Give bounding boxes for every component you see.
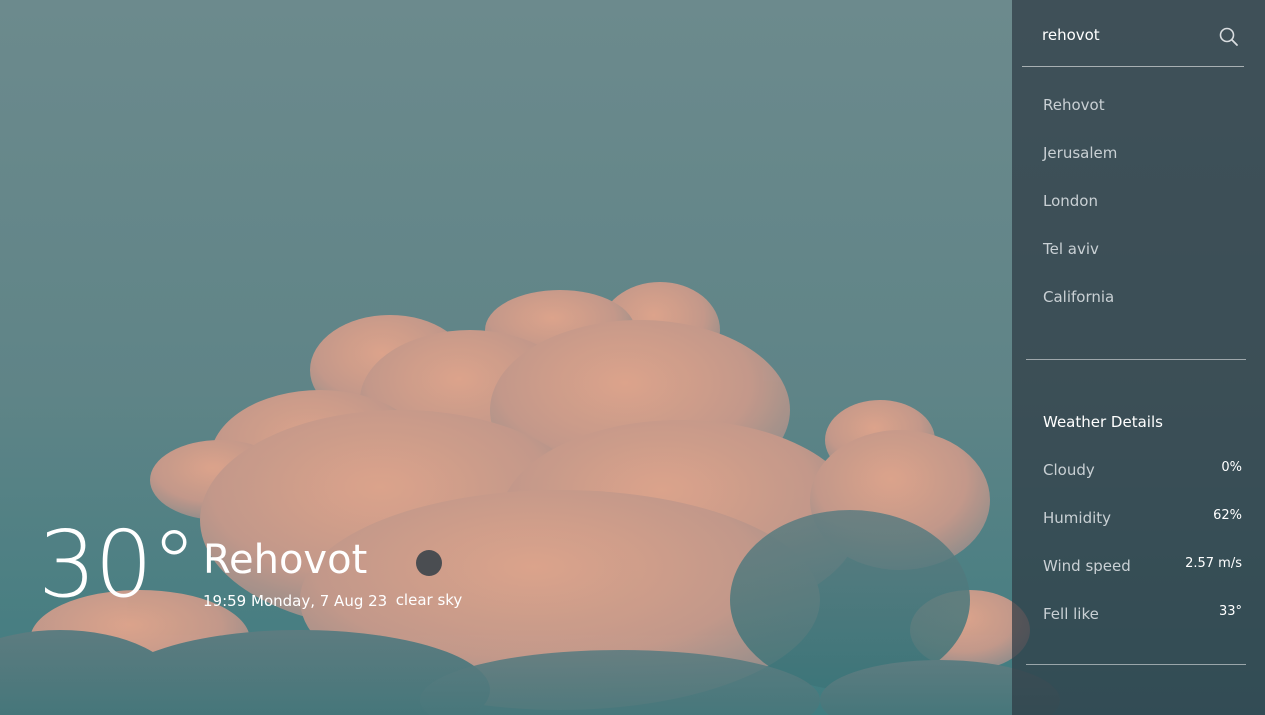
search-bar <box>1022 20 1244 67</box>
search-input[interactable] <box>1040 20 1202 50</box>
detail-label: Cloudy <box>1043 461 1095 479</box>
condition-text: clear sky <box>395 591 463 609</box>
city-list: Rehovot Jerusalem London Tel aviv Califo… <box>1043 93 1117 333</box>
weather-details-list: Cloudy 0% Humidity 62% Wind speed 2.57 m… <box>1043 458 1242 650</box>
weather-app: 30° Rehovot 19:59 Monday, 7 Aug 23 clear… <box>0 0 1265 715</box>
detail-value: 62% <box>1213 508 1242 523</box>
condition-block: clear sky <box>392 548 466 610</box>
detail-value: 33° <box>1218 604 1242 619</box>
divider <box>1026 664 1246 665</box>
detail-value: 0% <box>1221 460 1242 475</box>
city-item-rehovot[interactable]: Rehovot <box>1043 93 1117 141</box>
weather-condition-icon <box>416 550 442 576</box>
city-item-tel-aviv[interactable]: Tel aviv <box>1043 237 1117 285</box>
detail-label: Humidity <box>1043 509 1112 527</box>
current-datetime: 19:59 Monday, 7 Aug 23 <box>203 592 388 610</box>
detail-row-humidity: Humidity 62% <box>1043 506 1242 554</box>
side-panel: Rehovot Jerusalem London Tel aviv Califo… <box>1012 0 1265 715</box>
city-item-jerusalem[interactable]: Jerusalem <box>1043 141 1117 189</box>
divider <box>1026 359 1246 360</box>
weather-details-title: Weather Details <box>1043 413 1163 431</box>
detail-label: Fell like <box>1043 605 1099 623</box>
location-block: Rehovot 19:59 Monday, 7 Aug 23 <box>203 537 387 611</box>
search-button[interactable] <box>1217 25 1241 49</box>
current-temperature: 30° <box>38 511 197 618</box>
detail-value: 2.57 m/s <box>1185 556 1242 571</box>
detail-row-wind-speed: Wind speed 2.57 m/s <box>1043 554 1242 602</box>
city-item-london[interactable]: London <box>1043 189 1117 237</box>
detail-row-feels-like: Fell like 33° <box>1043 602 1242 650</box>
detail-row-cloudy: Cloudy 0% <box>1043 458 1242 506</box>
detail-label: Wind speed <box>1043 557 1131 575</box>
search-icon <box>1219 27 1238 46</box>
city-item-california[interactable]: California <box>1043 285 1117 333</box>
current-city-name: Rehovot <box>203 537 368 583</box>
